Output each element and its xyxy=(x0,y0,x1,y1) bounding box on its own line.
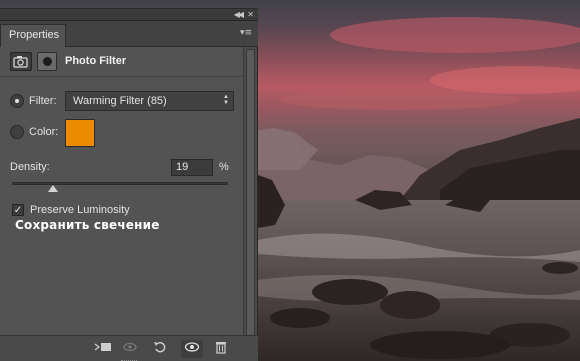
layer-mask-icon[interactable] xyxy=(37,52,57,71)
reset-glyph xyxy=(154,342,166,353)
collapse-icon[interactable]: ◀◀ xyxy=(234,10,244,20)
filter-select[interactable]: Warming Filter (85) ▲ ▼ xyxy=(65,91,234,111)
panel-scrollbar[interactable] xyxy=(243,47,257,344)
density-slider-track[interactable] xyxy=(12,182,228,185)
reset-icon[interactable] xyxy=(150,340,172,358)
color-swatch[interactable] xyxy=(65,119,95,147)
adjustment-title: Photo Filter xyxy=(65,55,127,67)
preserve-luminosity-label: Preserve Luminosity xyxy=(30,204,130,216)
close-icon[interactable]: ✕ xyxy=(247,10,254,20)
density-value: 19 xyxy=(176,161,189,173)
eye-previous-glyph xyxy=(123,342,137,352)
updown-arrows-icon: ▲ ▼ xyxy=(223,94,229,106)
density-input[interactable]: 19 xyxy=(171,159,213,176)
scrollbar-thumb[interactable] xyxy=(246,49,255,339)
tab-properties-label: Properties xyxy=(9,29,60,41)
density-label: Density: xyxy=(10,161,50,173)
panel-menu-icon[interactable]: ▾≡ xyxy=(240,28,252,38)
preserve-luminosity-checkbox[interactable]: ✓ xyxy=(12,204,24,216)
tab-properties[interactable]: Properties xyxy=(0,24,66,47)
adjustment-header: Photo Filter xyxy=(0,47,243,77)
clip-glyph xyxy=(94,343,111,351)
filter-label: Filter: xyxy=(29,95,57,107)
properties-panel: ◀◀ ✕ Properties ▾≡ Photo Filter Filter: … xyxy=(0,8,258,361)
filter-radio[interactable] xyxy=(10,94,24,108)
panel-footer xyxy=(0,335,258,361)
color-label: Color: xyxy=(29,126,59,138)
camera-glyph xyxy=(13,56,28,68)
overlay-caption: Сохранить свечение xyxy=(15,218,160,232)
density-unit: % xyxy=(219,161,229,173)
visibility-eye-icon[interactable] xyxy=(181,340,203,358)
color-radio[interactable] xyxy=(10,125,24,139)
trash-icon[interactable] xyxy=(210,340,232,358)
filter-select-value: Warming Filter (85) xyxy=(73,95,167,107)
panel-tab-bar: Properties ▾≡ xyxy=(0,21,258,47)
density-slider-thumb[interactable] xyxy=(48,185,59,192)
clip-to-layer-icon[interactable] xyxy=(92,340,114,358)
photo-filter-adjustment-icon[interactable] xyxy=(10,52,32,71)
trash-glyph xyxy=(216,342,226,354)
panel-title-bar[interactable]: ◀◀ ✕ xyxy=(0,9,258,21)
view-previous-state-icon[interactable] xyxy=(120,340,142,358)
eye-glyph xyxy=(184,342,200,352)
